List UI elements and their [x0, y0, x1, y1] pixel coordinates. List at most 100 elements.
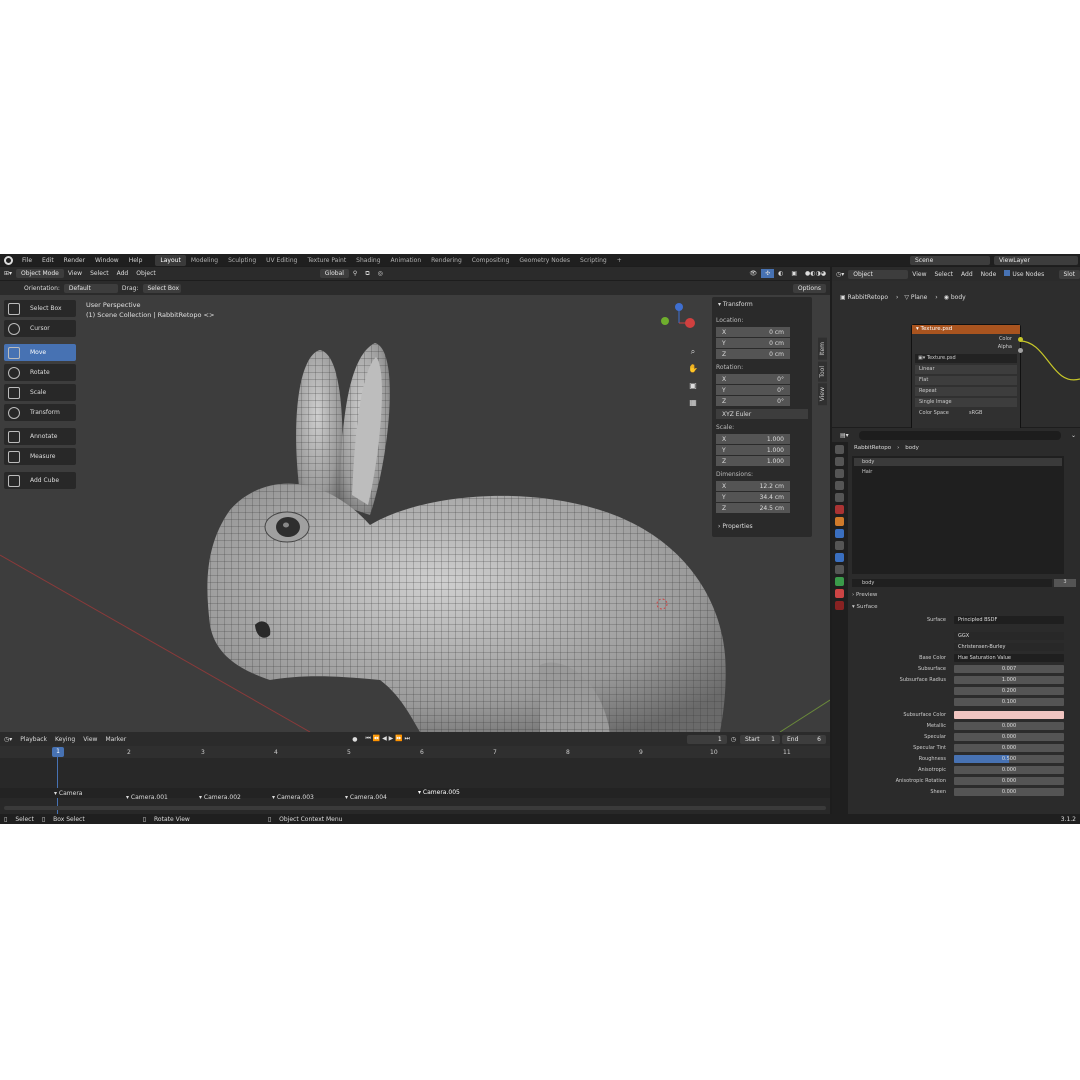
- gizmo-icon[interactable]: ✣: [761, 269, 775, 278]
- camera-icon[interactable]: ▣: [686, 381, 700, 398]
- viewport-menu-object[interactable]: Object: [132, 269, 160, 278]
- surface-panel[interactable]: ▾ Surface: [852, 604, 877, 610]
- rotation-y-field[interactable]: Y 0°: [716, 385, 790, 395]
- tab-shading[interactable]: Shading: [351, 255, 385, 266]
- tab-scripting[interactable]: Scripting: [575, 255, 612, 266]
- view-layer-tab-icon[interactable]: [835, 481, 844, 490]
- subsurface-method-dropdown[interactable]: Christensen-Burley: [954, 642, 1064, 651]
- current-frame-field[interactable]: 1: [686, 734, 727, 744]
- end-frame-field[interactable]: End 6: [782, 734, 826, 744]
- menu-help[interactable]: Help: [124, 257, 148, 264]
- menu-window[interactable]: Window: [90, 257, 124, 264]
- tool-select-box[interactable]: Select Box: [4, 300, 76, 317]
- pan-hand-icon[interactable]: ✋: [686, 364, 700, 381]
- tool-transform[interactable]: Transform: [4, 404, 76, 421]
- material-users[interactable]: 3: [1054, 579, 1076, 587]
- shader-type-dropdown[interactable]: Object: [848, 269, 909, 279]
- playhead-frame[interactable]: 1: [52, 747, 64, 757]
- zoom-icon[interactable]: ⌕: [686, 347, 700, 364]
- location-y-field[interactable]: Y 0 cm: [716, 338, 790, 348]
- anisotropic-field[interactable]: 0.000: [954, 765, 1064, 774]
- rotation-mode-dropdown[interactable]: XYZ Euler: [716, 409, 808, 419]
- world-tab-icon[interactable]: [835, 505, 844, 514]
- subsurface-radius-z[interactable]: 0.100: [954, 697, 1064, 706]
- render-tab-icon[interactable]: [835, 457, 844, 466]
- scale-y-field[interactable]: Y 1.000: [716, 445, 790, 455]
- tab-compositing[interactable]: Compositing: [467, 255, 515, 266]
- transform-orientation-dropdown[interactable]: Global: [319, 269, 349, 278]
- subsurface-radius-y[interactable]: 0.200: [954, 686, 1064, 695]
- roughness-slider[interactable]: 0.500: [954, 754, 1064, 763]
- scale-z-field[interactable]: Z 1.000: [716, 456, 790, 466]
- timeline-view-menu[interactable]: View: [79, 735, 101, 744]
- data-tab-icon[interactable]: [835, 577, 844, 586]
- overlays-icon[interactable]: ◐: [774, 269, 787, 278]
- node-editor-type-icon[interactable]: ◷▾: [832, 270, 848, 279]
- tab-tool[interactable]: Tool: [818, 361, 827, 382]
- tab-animation[interactable]: Animation: [386, 255, 427, 266]
- marker-camera-002[interactable]: ▾ Camera.002: [199, 794, 241, 801]
- modifier-tab-icon[interactable]: [835, 529, 844, 538]
- transform-header[interactable]: ▾ Transform: [712, 297, 812, 312]
- breadcrumb-mesh[interactable]: Plane: [911, 294, 927, 301]
- tool-tab-icon[interactable]: [835, 445, 844, 454]
- menu-render[interactable]: Render: [59, 257, 90, 264]
- shader-node-editor[interactable]: ▣ RabbitRetopo › ▽ Plane › ◉ body ▾ Textur…: [832, 267, 1080, 438]
- xray-icon[interactable]: ▣: [787, 269, 801, 278]
- scene-selector[interactable]: Scene: [910, 255, 990, 265]
- preview-panel[interactable]: › Preview: [852, 592, 877, 598]
- dimensions-z-field[interactable]: Z 24.5 cm: [716, 503, 790, 513]
- image-selector[interactable]: ▣▾ Texture.psd: [915, 354, 1017, 363]
- image-texture-node[interactable]: ▾ Texture.psd Color Alpha ▣▾ Texture.psd…: [911, 324, 1021, 438]
- pin-icon[interactable]: ⌄: [1067, 431, 1080, 440]
- options-dropdown[interactable]: Options: [792, 283, 826, 293]
- tab-geometry-nodes[interactable]: Geometry Nodes: [514, 255, 575, 266]
- color-space-row[interactable]: Color Space sRGB: [915, 409, 1017, 418]
- material-tab-icon[interactable]: [835, 589, 844, 598]
- node-menu-add[interactable]: Add: [957, 270, 977, 279]
- location-x-field[interactable]: X 0 cm: [716, 327, 790, 337]
- properties-search[interactable]: [858, 430, 1061, 440]
- constraints-tab-icon[interactable]: [835, 565, 844, 574]
- tool-scale[interactable]: Scale: [4, 384, 76, 401]
- tool-add-cube[interactable]: Add Cube: [4, 472, 76, 489]
- slot-item-hair[interactable]: Hair: [854, 468, 1062, 476]
- tab-view[interactable]: View: [818, 383, 827, 406]
- use-nodes-checkbox[interactable]: Use Nodes: [1000, 269, 1048, 279]
- mode-dropdown[interactable]: Object Mode: [16, 269, 64, 278]
- tool-move[interactable]: Move: [4, 344, 76, 361]
- marker-camera-005[interactable]: ▾ Camera.005: [418, 789, 460, 796]
- viewport-menu-add[interactable]: Add: [113, 269, 133, 278]
- blender-logo-icon[interactable]: [4, 255, 13, 265]
- subsurface-field[interactable]: 0.007: [954, 664, 1064, 673]
- timeline-area[interactable]: 1 2 3 4 5 6 7 8 9 10 11 ▾ Camera ▾ Camer…: [0, 746, 830, 814]
- scale-x-field[interactable]: X 1.000: [716, 434, 790, 444]
- tab-layout[interactable]: Layout: [155, 254, 186, 266]
- particles-tab-icon[interactable]: [835, 541, 844, 550]
- location-z-field[interactable]: Z 0 cm: [716, 349, 790, 359]
- marker-camera[interactable]: ▾ Camera: [54, 790, 82, 797]
- orientation-dropdown[interactable]: Default: [63, 283, 118, 293]
- editor-type-icon[interactable]: ⊞▾: [0, 269, 16, 278]
- properties-editor-icon[interactable]: ▤▾: [836, 431, 853, 440]
- visibility-icon[interactable]: 👁: [745, 269, 761, 278]
- pivot-icon[interactable]: ⚲: [349, 269, 361, 278]
- dimensions-x-field[interactable]: X 12.2 cm: [716, 481, 790, 491]
- drag-dropdown[interactable]: Select Box: [142, 283, 181, 293]
- specular-tint-field[interactable]: 0.000: [954, 743, 1064, 752]
- surface-shader-field[interactable]: Principled BSDF: [954, 615, 1064, 624]
- sheen-field[interactable]: 0.000: [954, 787, 1064, 796]
- tab-item[interactable]: Item: [818, 338, 827, 360]
- add-workspace-button[interactable]: +: [612, 255, 627, 266]
- timeline-editor-icon[interactable]: ◷▾: [0, 735, 16, 744]
- tab-rendering[interactable]: Rendering: [426, 255, 467, 266]
- playback-menu[interactable]: Playback: [16, 735, 51, 744]
- view-layer-selector[interactable]: ViewLayer: [994, 255, 1078, 265]
- start-frame-field[interactable]: Start 1: [740, 734, 780, 744]
- slot-item-body[interactable]: body: [854, 458, 1062, 466]
- distribution-dropdown[interactable]: GGX: [954, 631, 1064, 640]
- marker-menu[interactable]: Marker: [101, 735, 130, 744]
- playback-controls[interactable]: ⏮ ⏪ ◀ ▶ ⏩ ⏭: [361, 734, 414, 744]
- scene-tab-icon[interactable]: [835, 493, 844, 502]
- subsurface-color-swatch[interactable]: [954, 710, 1064, 719]
